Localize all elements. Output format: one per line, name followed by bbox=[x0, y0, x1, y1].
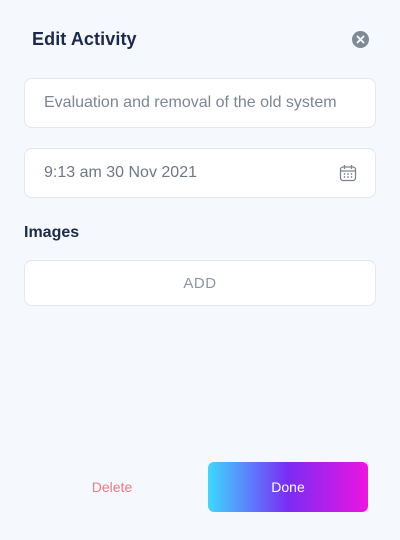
images-section-label: Images bbox=[24, 224, 80, 241]
calendar-icon[interactable] bbox=[339, 164, 357, 182]
delete-button[interactable]: Delete bbox=[62, 472, 162, 502]
edit-activity-dialog: Edit Activity Evaluation and removal of … bbox=[0, 0, 400, 540]
close-icon bbox=[356, 35, 365, 44]
activity-name-input[interactable]: Evaluation and removal of the old system bbox=[24, 78, 376, 128]
datetime-input[interactable]: 9:13 am 30 Nov 2021 bbox=[24, 148, 376, 198]
add-image-button[interactable]: ADD bbox=[24, 260, 376, 306]
datetime-value: 9:13 am 30 Nov 2021 bbox=[44, 164, 197, 181]
activity-name-value: Evaluation and removal of the old system bbox=[44, 94, 337, 111]
dialog-title: Edit Activity bbox=[32, 29, 137, 49]
close-button[interactable] bbox=[352, 31, 369, 48]
done-button[interactable]: Done bbox=[208, 462, 368, 512]
